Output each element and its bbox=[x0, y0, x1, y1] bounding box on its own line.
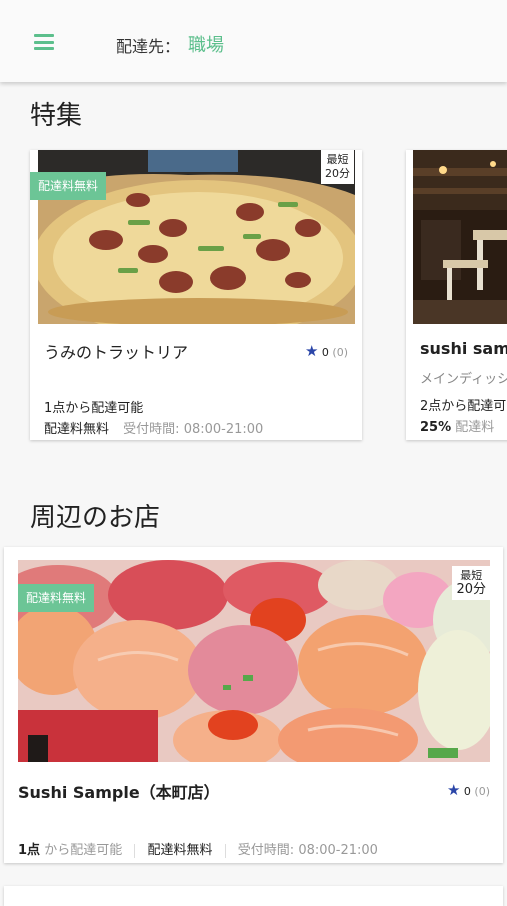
discount-value: 25% bbox=[420, 420, 452, 435]
restaurant-category: メインディッシ bbox=[420, 372, 507, 387]
min-time-badge: 最短 20分 bbox=[452, 566, 490, 600]
free-delivery-badge: 配達料無料 bbox=[30, 172, 107, 200]
delivery-info-row: 配達料無料 受付時間: 08:00-21:00 bbox=[44, 418, 263, 437]
min-order-text: 2点から配達可 bbox=[420, 399, 507, 414]
divider bbox=[134, 843, 136, 858]
featured-section-title: 特集 bbox=[30, 101, 83, 131]
restaurant-name: うみのトラットリア bbox=[44, 343, 189, 362]
min-time-value: 20分 bbox=[456, 582, 486, 597]
min-order-text: から配達可能 bbox=[44, 843, 123, 858]
nearby-restaurant-card-partial[interactable] bbox=[4, 886, 503, 906]
featured-restaurant-card[interactable]: sushi samp メインディッシ 2点から配達可 25% 配達料 bbox=[406, 150, 507, 440]
top-app-bar: 配達先： 職場 bbox=[0, 0, 507, 82]
restaurant-name: sushi samp bbox=[420, 339, 507, 358]
min-time-label: 最短 bbox=[460, 569, 483, 582]
delivery-fee-text: 配達料無料 bbox=[44, 422, 110, 437]
min-order-number: 1点 bbox=[18, 843, 41, 858]
restaurant-name: Sushi Sample（本町店） bbox=[18, 783, 220, 802]
hours-label: 受付時間: bbox=[123, 422, 180, 437]
min-time-badge: 最短 20分 bbox=[321, 150, 354, 184]
divider bbox=[224, 843, 226, 858]
min-order-text: 1点から配達可能 bbox=[44, 401, 144, 416]
rating-count: (0) bbox=[332, 346, 348, 359]
star-icon: ★ bbox=[304, 342, 319, 360]
delivery-destination-value[interactable]: 職場 bbox=[188, 31, 224, 57]
hours-value: 08:00-21:00 bbox=[183, 422, 264, 437]
hours-label: 受付時間: bbox=[237, 843, 295, 858]
rating: ★ 0 (0) bbox=[305, 342, 348, 360]
rating-value: 0 bbox=[463, 785, 471, 798]
free-delivery-badge: 配達料無料 bbox=[18, 584, 95, 612]
delivery-fee-text: 配達料無料 bbox=[147, 843, 213, 858]
delivery-destination-label: 配達先： bbox=[116, 37, 181, 56]
hours-value: 08:00-21:00 bbox=[298, 843, 378, 858]
rating: ★ 0 (0) bbox=[447, 781, 490, 799]
featured-restaurant-card[interactable]: 配達料無料 最短 20分 うみのトラットリア ★ 0 (0) 1点から配達可能 … bbox=[30, 150, 362, 440]
delivery-info-row: 1点 から配達可能 配達料無料 受付時間: 08:00-21:00 bbox=[18, 839, 378, 858]
discount-row: 25% 配達料 bbox=[420, 416, 494, 435]
rating-count: (0) bbox=[474, 785, 490, 798]
star-icon: ★ bbox=[446, 781, 461, 799]
min-time-value: 20分 bbox=[325, 167, 350, 180]
rating-value: 0 bbox=[321, 346, 329, 359]
restaurant-interior-photo bbox=[413, 150, 507, 324]
hamburger-menu-icon[interactable] bbox=[34, 34, 54, 50]
nearby-section-title: 周辺のお店 bbox=[30, 503, 161, 533]
delivery-fee-label: 配達料 bbox=[455, 420, 495, 435]
min-time-label: 最短 bbox=[326, 153, 349, 166]
nearby-restaurant-card[interactable]: 配達料無料 最短 20分 Sushi Sample（本町店） ★ 0 (0) 1… bbox=[4, 547, 503, 863]
